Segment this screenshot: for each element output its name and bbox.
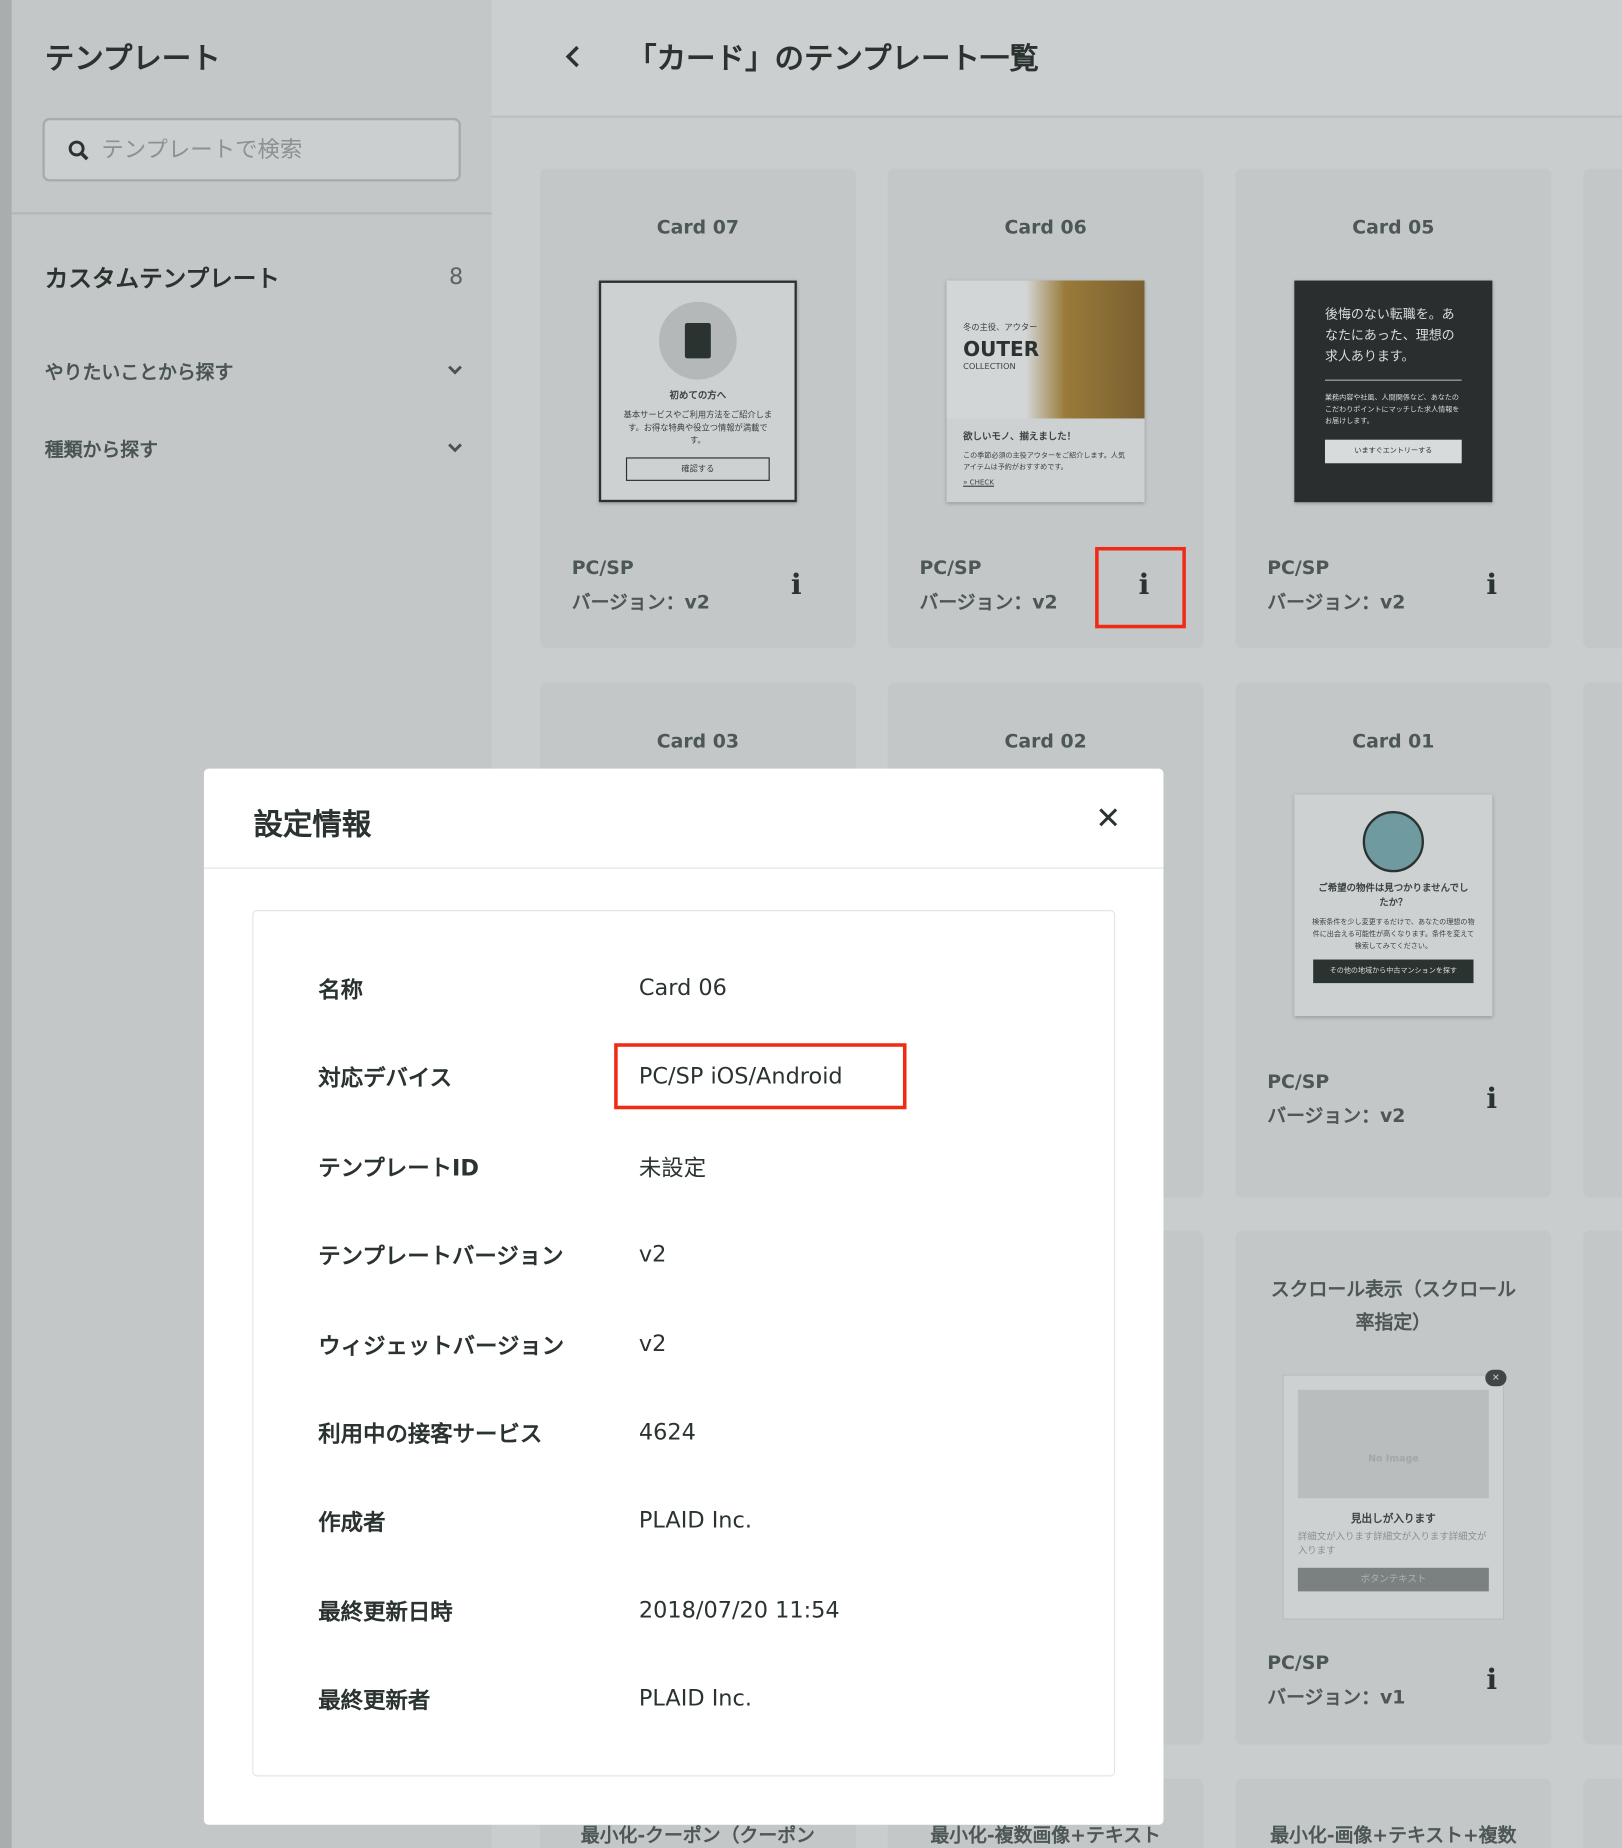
template-card[interactable]: Card 07 初めての方へ 基本サービスやご利用方法をご紹介します。お得な特典… — [539, 168, 856, 649]
info-row-name: 名称 Card 06 — [318, 974, 727, 1003]
accordion-label: 種類から探す — [44, 438, 158, 461]
modal-title: 設定情報 — [253, 807, 372, 842]
card-title: 最小化-画像+テキスト+複数 — [1270, 1823, 1517, 1847]
info-row-services-in-use: 利用中の接客サービス 4624 — [318, 1419, 696, 1447]
template-card[interactable]: Card 01 ご希望の物件は見つかりませんでしたか？ 検索条件を少し変更するだ… — [1235, 682, 1552, 1198]
search-box[interactable] — [42, 117, 461, 182]
card-preview: 初めての方へ 基本サービスやご利用方法をご紹介します。お得な特典や役立つ情報が満… — [598, 280, 797, 503]
info-row-template-version: テンプレートバージョン v2 — [318, 1241, 667, 1269]
page-title: 「カード」のテンプレート一覧 — [627, 41, 1039, 76]
search-input[interactable] — [101, 132, 444, 168]
close-icon[interactable]: ✕ — [1095, 802, 1121, 837]
info-icon[interactable]: i — [1486, 1081, 1497, 1115]
highlight-info-button — [1095, 546, 1186, 629]
settings-info-modal: 設定情報 ✕ 名称 Card 06 対応デバイス PC/SP iOS/Android… — [203, 768, 1164, 1825]
close-icon: ✕ — [1485, 1369, 1507, 1387]
highlight-device-value — [614, 1043, 907, 1110]
accordion-type[interactable]: 種類から探す — [45, 434, 463, 462]
card-title: Card 01 — [1352, 729, 1435, 753]
window-edge — [0, 0, 12, 1848]
card-title: Card 03 — [656, 729, 739, 753]
info-row-template-id: テンプレートID 未設定 — [318, 1154, 707, 1181]
template-card[interactable] — [1583, 168, 1622, 649]
info-row-author: 作成者 PLAID Inc. — [318, 1507, 752, 1536]
device-label: PC/SP — [919, 556, 982, 579]
divider — [203, 867, 1164, 869]
info-row-updated-by: 最終更新者 PLAID Inc. — [318, 1685, 752, 1714]
accordion-purpose[interactable]: やりたいことから探す — [45, 356, 463, 384]
card-title: スクロール表示（スクロール率指定） — [1270, 1277, 1516, 1334]
info-icon[interactable]: i — [1486, 567, 1497, 601]
device-label: PC/SP — [1267, 556, 1330, 579]
card-title: Card 06 — [1004, 215, 1087, 239]
divider — [11, 212, 492, 215]
back-chevron-icon[interactable] — [565, 45, 582, 69]
info-table: 名称 Card 06 対応デバイス PC/SP iOS/Android テンプレート… — [252, 910, 1116, 1777]
template-card[interactable]: スクロール表示（スクロール率指定） No Image 見出しが入ります 詳細文が… — [1235, 1230, 1552, 1745]
card-preview: No Image 見出しが入ります 詳細文が入ります詳細文が入ります詳細文が入り… — [1282, 1374, 1505, 1620]
version-label: バージョン：v1 — [1267, 1685, 1406, 1709]
device-label: PC/SP — [571, 556, 634, 579]
template-card[interactable]: Card 05 後悔のない転職を。あなたにあった、理想の求人あります。 業務内容… — [1235, 168, 1552, 649]
accordion-label: やりたいことから探す — [44, 360, 234, 384]
card-preview: ご希望の物件は見つかりませんでしたか？ 検索条件を少し変更するだけで、あなたの理… — [1294, 794, 1493, 1017]
info-icon[interactable]: i — [791, 567, 802, 601]
device-label: PC/SP — [1267, 1070, 1330, 1093]
count-badge: 8 — [449, 263, 464, 290]
card-title: Card 02 — [1004, 729, 1087, 753]
version-label: バージョン：v2 — [571, 590, 710, 613]
version-label: バージョン：v2 — [919, 590, 1058, 613]
template-card[interactable]: 最小化-画像+テキスト+複数 — [1235, 1778, 1552, 1848]
card-title: Card 05 — [1352, 215, 1435, 239]
info-icon[interactable]: i — [1486, 1662, 1497, 1696]
template-card[interactable] — [1583, 682, 1622, 1198]
card-title: Card 07 — [656, 215, 739, 239]
device-label: PC/SP — [1267, 1651, 1330, 1674]
info-row-widget-version: ウィジェットバージョン v2 — [318, 1330, 667, 1359]
card-preview: 後悔のない転職を。あなたにあった、理想の求人あります。 業務内容や社風、人間関係… — [1294, 280, 1493, 503]
template-card[interactable] — [1583, 1230, 1622, 1745]
sidebar-item-custom-templates[interactable]: カスタムテンプレート 8 — [45, 259, 463, 293]
version-label: バージョン：v2 — [1267, 1104, 1406, 1127]
sidebar-title: テンプレート — [44, 41, 221, 76]
template-card[interactable] — [1583, 1778, 1622, 1848]
info-row-updated-at: 最終更新日時 2018/07/20 11:54 — [318, 1597, 840, 1625]
version-label: バージョン：v2 — [1267, 590, 1406, 613]
sidebar-item-label: カスタムテンプレート — [44, 264, 280, 293]
search-icon — [68, 140, 89, 161]
main-header: 「カード」のテンプレート一覧 — [491, 0, 1622, 118]
chevron-down-icon — [448, 365, 462, 375]
card-preview: 冬の主役、アウター OUTER COLLECTION 欲しいモノ、揃えました！ … — [946, 280, 1145, 503]
chevron-down-icon — [448, 443, 462, 453]
